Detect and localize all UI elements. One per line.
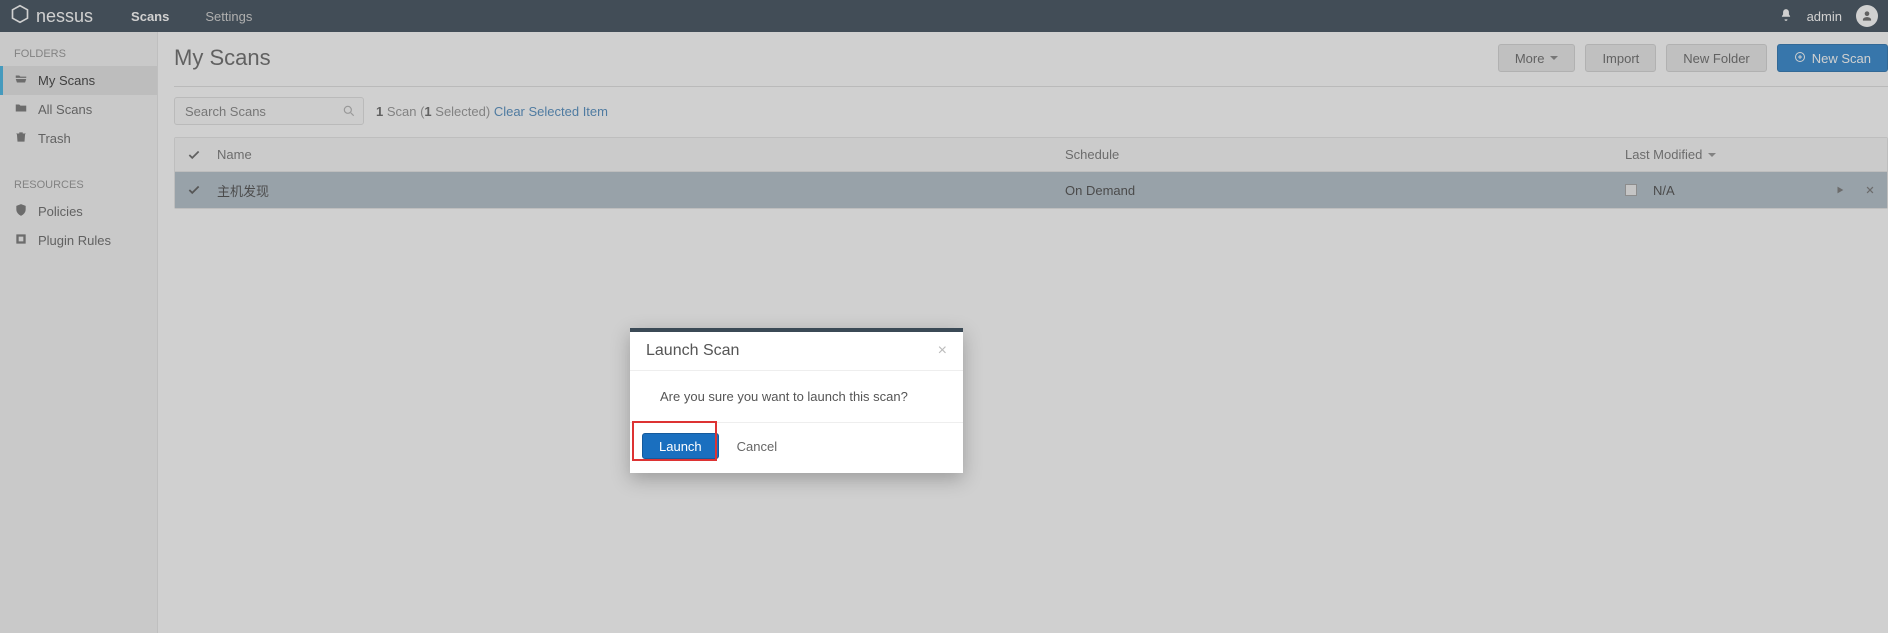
- modal-header: Launch Scan ×: [630, 332, 963, 371]
- modal-close-icon[interactable]: ×: [938, 343, 947, 359]
- modal-footer: Launch Cancel: [630, 422, 963, 473]
- cancel-button[interactable]: Cancel: [737, 439, 777, 454]
- launch-button[interactable]: Launch: [642, 433, 719, 459]
- modal-overlay: [0, 0, 1888, 633]
- modal-title: Launch Scan: [646, 342, 739, 360]
- launch-scan-modal: Launch Scan × Are you sure you want to l…: [630, 328, 963, 473]
- modal-body: Are you sure you want to launch this sca…: [630, 371, 963, 422]
